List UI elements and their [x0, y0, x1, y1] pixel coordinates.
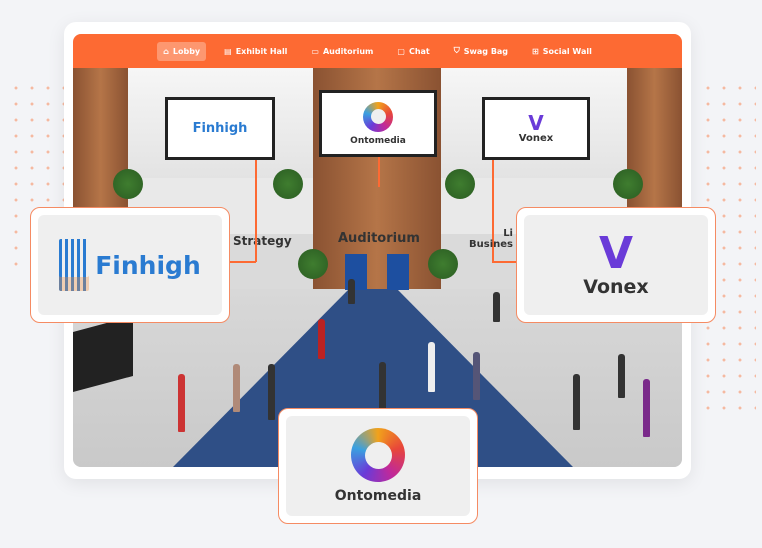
- home-icon: ⌂: [163, 46, 169, 56]
- ontomedia-logo-icon: [351, 428, 405, 482]
- nav-exhibit-hall[interactable]: ▤ Exhibit Hall: [218, 42, 293, 61]
- screen-finhigh: Finhigh: [165, 97, 275, 160]
- booth-icon: ▤: [224, 46, 232, 56]
- bag-icon: ⛉: [453, 46, 460, 55]
- callout-finhigh: Finhigh: [30, 207, 230, 323]
- sign-strategy: Strategy: [233, 234, 292, 248]
- vonex-logo-icon: V: [598, 228, 634, 279]
- nav-chat[interactable]: ▢ Chat: [391, 42, 435, 61]
- sign-right-top: Li: [503, 228, 513, 239]
- nav-auditorium[interactable]: ▭ Auditorium: [305, 42, 379, 61]
- connector-finhigh: [255, 160, 257, 262]
- connector-ontomedia: [378, 157, 380, 187]
- nav-social-wall[interactable]: ⊞ Social Wall: [526, 42, 598, 61]
- callout-ontomedia: Ontomedia: [278, 408, 478, 524]
- finhigh-logo-icon: [59, 239, 90, 291]
- top-nav: ⌂ Lobby ▤ Exhibit Hall ▭ Auditorium ▢ Chat ⛉…: [73, 34, 682, 68]
- nav-swag-bag[interactable]: ⛉ Swag Bag: [448, 41, 514, 61]
- vonex-logo-icon: V: [528, 111, 544, 135]
- laptop-icon: ▭: [311, 46, 319, 56]
- screen-ontomedia: Ontomedia: [319, 90, 437, 157]
- screen-vonex: V Vonex: [482, 97, 590, 160]
- grid-icon: ⊞: [532, 46, 539, 56]
- callout-vonex: V Vonex: [516, 207, 716, 323]
- nav-lobby[interactable]: ⌂ Lobby: [157, 41, 207, 61]
- chat-icon: ▢: [397, 46, 405, 56]
- sign-auditorium: Auditorium: [338, 231, 420, 246]
- sign-right-bottom: Busines: [469, 239, 513, 250]
- ontomedia-logo-icon: [363, 101, 393, 132]
